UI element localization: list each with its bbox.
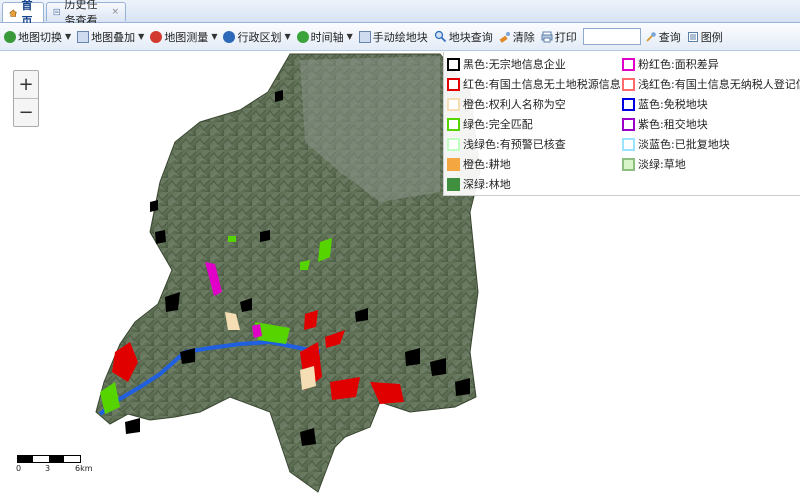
legend-label: 红色:有国土信息无土地税源信息 (463, 78, 621, 91)
legend-swatch (622, 137, 635, 151)
button-label: 打印 (554, 30, 577, 44)
button-label: 图例 (700, 30, 723, 44)
legend-item: 橙色:权利人名称为空 (447, 96, 566, 112)
legend-item: 红色:有国土信息无土地税源信息 (447, 76, 621, 92)
button-label: 地图叠加 (91, 30, 136, 44)
legend-panel: 黑色:无宗地信息企业 红色:有国土信息无土地税源信息 橙色:权利人名称为空 绿色… (443, 52, 800, 196)
clock-icon (296, 30, 309, 43)
search-icon (646, 31, 656, 42)
legend-swatch (622, 97, 635, 111)
legend-swatch (447, 117, 460, 131)
manual-draw-parcel-button[interactable]: 手动绘地块 (358, 29, 428, 45)
globe-icon (4, 30, 16, 43)
legend-label: 蓝色:免税地块 (638, 98, 708, 111)
legend-label: 绿色:完全匹配 (463, 118, 533, 131)
legend-item: 紫色:租交地块 (622, 116, 708, 132)
close-icon[interactable]: × (111, 7, 119, 17)
zoom-out-button[interactable]: − (14, 98, 38, 126)
document-icon (53, 8, 60, 16)
tab-history-tasks[interactable]: 历史任务查看 × (46, 0, 126, 27)
legend-icon (687, 31, 698, 42)
chevron-down-icon: ▼ (211, 32, 218, 41)
legend-swatch (447, 177, 460, 191)
legend-item: 绿色:完全匹配 (447, 116, 533, 132)
legend-label: 粉红色:面积差异 (638, 58, 719, 71)
timeline-button[interactable]: 时间轴 ▼ (296, 29, 353, 45)
legend-item: 蓝色:免税地块 (622, 96, 708, 112)
zoom-in-button[interactable]: + (14, 71, 38, 98)
scale-label: 6km (75, 464, 93, 473)
map-switch-button[interactable]: 地图切换 ▼ (4, 29, 71, 45)
legend-swatch (622, 157, 635, 171)
button-label: 地块查询 (448, 30, 493, 44)
map-measure-button[interactable]: 地图测量 ▼ (150, 29, 217, 45)
button-label: 地图切换 (18, 30, 62, 44)
chevron-down-icon: ▼ (138, 32, 145, 41)
home-icon (9, 8, 18, 17)
button-label: 地图测量 (164, 30, 209, 44)
admin-division-button[interactable]: 行政区划 ▼ (223, 29, 291, 45)
legend-swatch (447, 97, 460, 111)
legend-swatch (622, 57, 635, 71)
legend-label: 黑色:无宗地信息企业 (463, 58, 566, 71)
legend-item: 粉红色:面积差异 (622, 56, 719, 72)
query-icon (434, 30, 446, 43)
scale-bar-graphic (17, 455, 81, 463)
query-button[interactable]: 查询 (645, 29, 681, 45)
map-overlay-button[interactable]: 地图叠加 ▼ (77, 29, 144, 45)
scale-label: 3 (45, 464, 51, 473)
legend-swatch (622, 77, 635, 91)
legend-swatch (447, 157, 460, 171)
legend-item: 淡蓝色:已批复地块 (622, 136, 730, 152)
legend-swatch (447, 77, 460, 91)
zoom-control: + − (13, 70, 39, 127)
parcel-query-button[interactable]: 地块查询 (434, 29, 493, 45)
measure-icon (150, 30, 163, 43)
legend-item: 深绿:林地 (447, 176, 511, 192)
print-button[interactable]: 打印 (541, 29, 577, 45)
legend-button[interactable]: 图例 (687, 29, 723, 45)
scale-label: 0 (16, 464, 22, 473)
button-label: 查询 (658, 30, 681, 44)
legend-swatch (622, 117, 635, 131)
legend-label: 紫色:租交地块 (638, 118, 708, 131)
chevron-down-icon: ▼ (346, 32, 353, 41)
legend-label: 浅红色:有国土信息无纳税人登记信息 (638, 78, 800, 91)
legend-label: 淡蓝色:已批复地块 (638, 138, 730, 151)
legend-swatch (447, 57, 460, 71)
legend-label: 深绿:林地 (463, 178, 511, 191)
info-icon (223, 30, 236, 43)
legend-item: 浅绿色:有预警已核查 (447, 136, 566, 152)
legend-label: 橙色:权利人名称为空 (463, 98, 566, 111)
search-input[interactable] (582, 28, 641, 45)
legend-item: 浅红色:有国土信息无纳税人登记信息 (622, 76, 800, 92)
tab-home[interactable]: 首页 (2, 0, 44, 28)
scale-bar: 0 3 6km (16, 455, 107, 475)
chevron-down-icon: ▼ (284, 32, 291, 41)
legend-label: 浅绿色:有预警已核查 (463, 138, 566, 151)
button-label: 清除 (512, 30, 535, 44)
eraser-icon (499, 31, 510, 43)
button-label: 时间轴 (310, 30, 344, 44)
legend-item: 淡绿:草地 (622, 156, 686, 172)
clear-button[interactable]: 清除 (499, 29, 535, 45)
legend-label: 淡绿:草地 (638, 158, 686, 171)
chevron-down-icon: ▼ (65, 32, 72, 41)
tab-bar: 首页 历史任务查看 × (0, 0, 800, 28)
button-label: 手动绘地块 (372, 30, 428, 44)
legend-item: 黑色:无宗地信息企业 (447, 56, 566, 72)
layers-icon (77, 30, 90, 43)
print-icon (541, 31, 553, 42)
legend-item: 橙色:耕地 (447, 156, 511, 172)
legend-label: 橙色:耕地 (463, 158, 511, 171)
legend-swatch (447, 137, 460, 151)
draw-icon (358, 30, 371, 43)
button-label: 行政区划 (237, 30, 282, 44)
map-toolbar: 地图切换 ▼ 地图叠加 ▼ 地图测量 ▼ 行政区划 ▼ 时间轴 ▼ 手动绘地块 … (0, 23, 800, 51)
